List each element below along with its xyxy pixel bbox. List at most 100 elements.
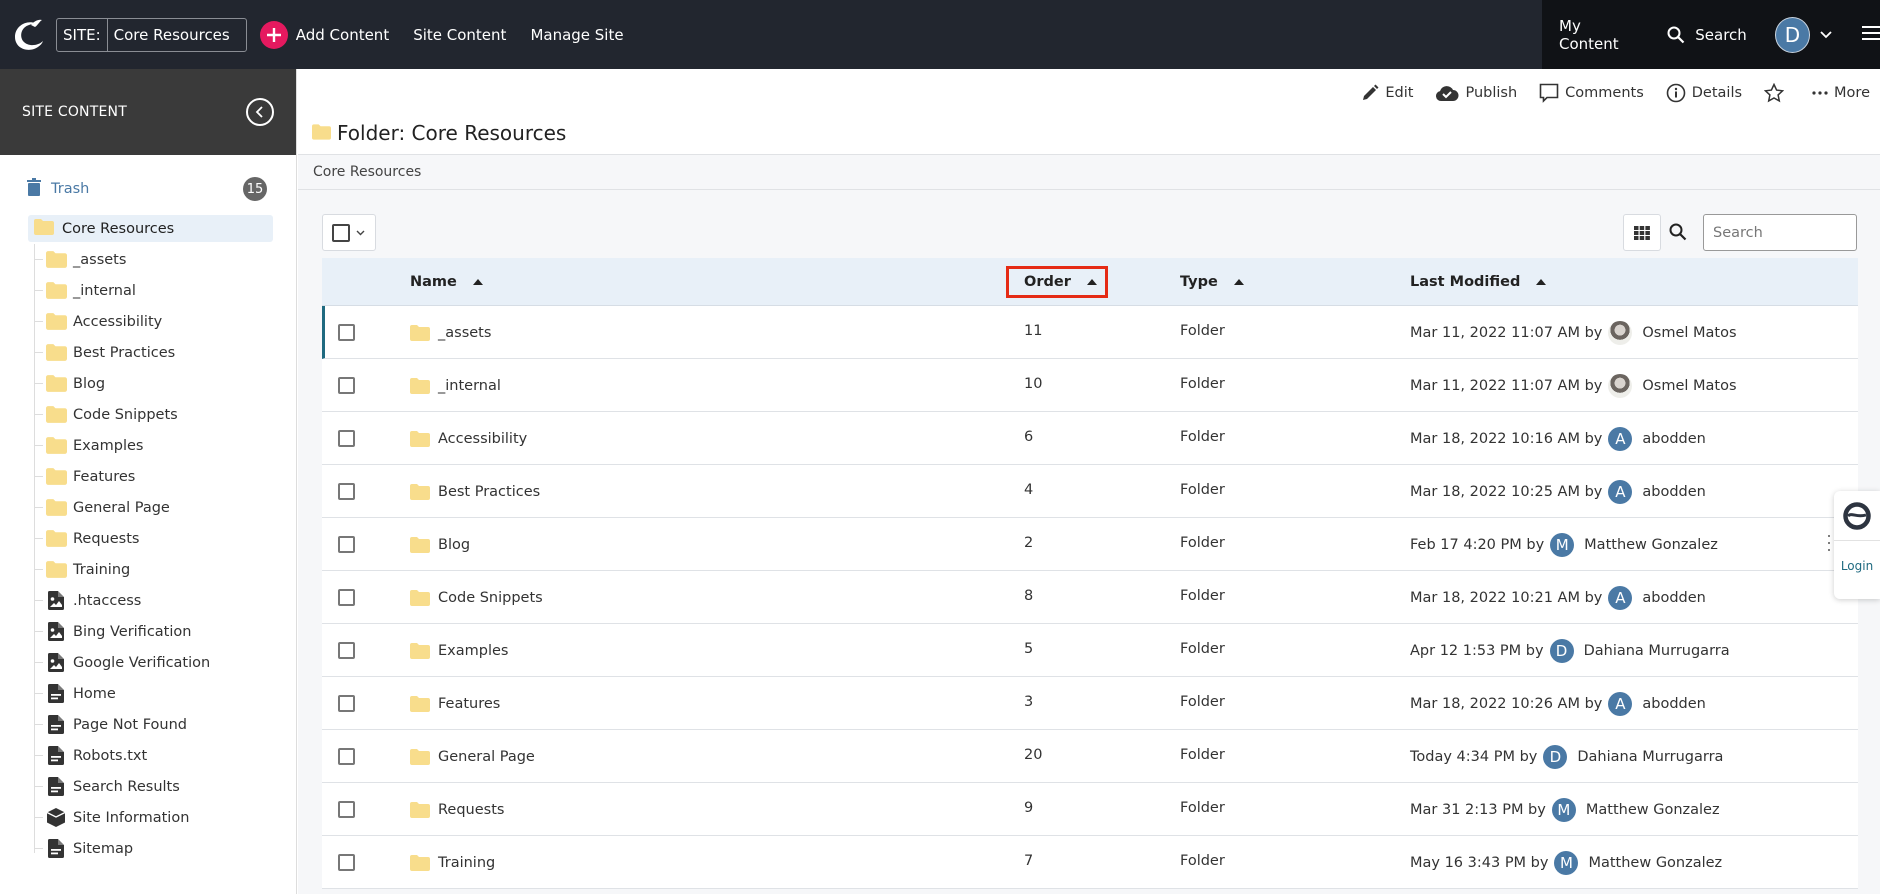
add-content-button[interactable]: Add Content: [259, 20, 389, 49]
pencil-icon: [1363, 84, 1379, 100]
my-content-link[interactable]: My Content: [1559, 17, 1643, 53]
tree-item[interactable]: Best Practices: [34, 337, 274, 368]
tree-item[interactable]: Code Snippets: [34, 399, 274, 430]
tree-item[interactable]: Robots.txt: [34, 740, 274, 771]
column-header-last-modified[interactable]: Last Modified: [1410, 258, 1547, 306]
tree-item[interactable]: _internal: [34, 275, 274, 306]
table-row[interactable]: Training 7 Folder May 16 3:43 PM by M Ma…: [322, 836, 1858, 889]
order-cell: 6: [1024, 428, 1034, 445]
site-picker[interactable]: SITE: Core Resources: [56, 17, 247, 52]
widget-logo-icon[interactable]: [1834, 491, 1880, 541]
tree-item[interactable]: Page Not Found: [34, 709, 274, 740]
table-row[interactable]: General Page 20 Folder Today 4:34 PM by …: [322, 730, 1858, 783]
row-name-link[interactable]: Requests: [438, 802, 504, 818]
collapse-sidebar-button[interactable]: [246, 98, 274, 126]
tree-item[interactable]: Accessibility: [34, 306, 274, 337]
row-name-link[interactable]: Best Practices: [438, 484, 540, 500]
bulk-select-dropdown[interactable]: [322, 214, 376, 251]
row-checkbox[interactable]: [338, 324, 355, 341]
type-cell: Folder: [1180, 799, 1225, 816]
favorite-button[interactable]: [1764, 83, 1785, 103]
tree-item[interactable]: _assets: [34, 244, 274, 275]
folder-search-input[interactable]: [1703, 214, 1857, 251]
tree-item[interactable]: Examples: [34, 430, 274, 461]
table-row[interactable]: Accessibility 6 Folder Mar 18, 2022 10:1…: [322, 412, 1858, 465]
manage-site-link[interactable]: Manage Site: [530, 26, 623, 44]
tree-item[interactable]: Sitemap: [34, 833, 274, 864]
user-avatar[interactable]: D: [1774, 16, 1810, 53]
row-checkbox[interactable]: [338, 589, 355, 606]
grid-view-button[interactable]: [1623, 214, 1661, 251]
tree-item[interactable]: Features: [34, 461, 274, 492]
trash-link[interactable]: Trash 15: [27, 177, 267, 201]
table-row[interactable]: Blog 2 Folder Feb 17 4:20 PM by M Matthe…: [322, 518, 1858, 571]
order-cell: 4: [1024, 481, 1034, 498]
row-checkbox[interactable]: [338, 801, 355, 818]
global-search-button[interactable]: Search: [1667, 26, 1747, 44]
row-name-link[interactable]: _internal: [438, 378, 501, 394]
modified-user: Matthew Gonzalez: [1588, 854, 1723, 871]
column-header-order[interactable]: Order: [1024, 258, 1097, 306]
breadcrumb-item[interactable]: Core Resources: [313, 164, 421, 180]
tree-item-label: Requests: [73, 530, 140, 547]
row-checkbox[interactable]: [338, 695, 355, 712]
tree-item[interactable]: Training: [34, 554, 274, 585]
hamburger-menu-icon[interactable]: [1862, 25, 1880, 44]
table-row[interactable]: Examples 5 Folder Apr 12 1:53 PM by D Da…: [322, 624, 1858, 677]
modified-user: Matthew Gonzalez: [1584, 536, 1718, 553]
tree-item[interactable]: Requests: [34, 523, 274, 554]
cascade-logo-icon[interactable]: [8, 15, 48, 55]
row-name-link[interactable]: Code Snippets: [438, 590, 543, 606]
row-name-link[interactable]: _assets: [438, 325, 491, 341]
comments-button[interactable]: Comments: [1539, 83, 1644, 103]
tree-item[interactable]: .htaccess: [34, 585, 274, 616]
row-checkbox[interactable]: [338, 854, 355, 871]
table-row[interactable]: Requests 9 Folder Mar 31 2:13 PM by M Ma…: [322, 783, 1858, 836]
tree-item[interactable]: Bing Verification: [34, 616, 274, 647]
row-checkbox[interactable]: [338, 430, 355, 447]
table-row[interactable]: _assets 11 Folder Mar 11, 2022 11:07 AM …: [322, 306, 1858, 359]
tree-item[interactable]: General Page: [34, 492, 274, 523]
details-button[interactable]: Details: [1666, 83, 1742, 103]
more-button[interactable]: More: [1812, 85, 1870, 101]
tree-item-label: Accessibility: [73, 313, 163, 330]
row-checkbox[interactable]: [338, 536, 355, 553]
modified-date: Mar 11, 2022 11:07 AM by: [1410, 324, 1603, 341]
last-modified-cell: Mar 18, 2022 10:21 AM by A abodden: [1410, 571, 1706, 624]
row-checkbox[interactable]: [338, 748, 355, 765]
tree-item[interactable]: Search Results: [34, 771, 274, 802]
table-row[interactable]: Best Practices 4 Folder Mar 18, 2022 10:…: [322, 465, 1858, 518]
tree-item[interactable]: Home: [34, 678, 274, 709]
type-cell: Folder: [1180, 852, 1225, 869]
column-header-type[interactable]: Type: [1180, 258, 1244, 306]
site-content-link[interactable]: Site Content: [413, 26, 506, 44]
row-checkbox[interactable]: [338, 483, 355, 500]
widget-drag-handle[interactable]: [1824, 535, 1834, 551]
column-header-name[interactable]: Name: [410, 258, 483, 306]
table-row[interactable]: Features 3 Folder Mar 18, 2022 10:26 AM …: [322, 677, 1858, 730]
order-cell: 10: [1024, 375, 1043, 392]
chevron-down-icon[interactable]: [1820, 27, 1832, 43]
publish-label: Publish: [1465, 85, 1518, 101]
tree-item-label: Bing Verification: [73, 623, 192, 640]
login-link[interactable]: Login: [1834, 541, 1880, 591]
tree-item[interactable]: Site Information: [34, 802, 274, 833]
row-name-link[interactable]: Features: [438, 696, 500, 712]
search-icon[interactable]: [1669, 223, 1687, 245]
select-all-checkbox[interactable]: [332, 223, 350, 242]
trash-icon: [27, 178, 41, 200]
table-row[interactable]: _internal 10 Folder Mar 11, 2022 11:07 A…: [322, 359, 1858, 412]
table-row[interactable]: Code Snippets 8 Folder Mar 18, 2022 10:2…: [322, 571, 1858, 624]
tree-item[interactable]: Google Verification: [34, 647, 274, 678]
row-name-link[interactable]: General Page: [438, 749, 535, 765]
row-name-link[interactable]: Accessibility: [438, 431, 527, 447]
row-name-link[interactable]: Training: [438, 855, 495, 871]
row-name-link[interactable]: Examples: [438, 643, 508, 659]
edit-button[interactable]: Edit: [1361, 84, 1413, 102]
row-checkbox[interactable]: [338, 377, 355, 394]
publish-button[interactable]: Publish: [1435, 85, 1517, 101]
tree-item[interactable]: Blog: [34, 368, 274, 399]
row-checkbox[interactable]: [338, 642, 355, 659]
tree-item-core-resources[interactable]: Core Resources: [28, 215, 273, 242]
row-name-link[interactable]: Blog: [438, 537, 470, 553]
